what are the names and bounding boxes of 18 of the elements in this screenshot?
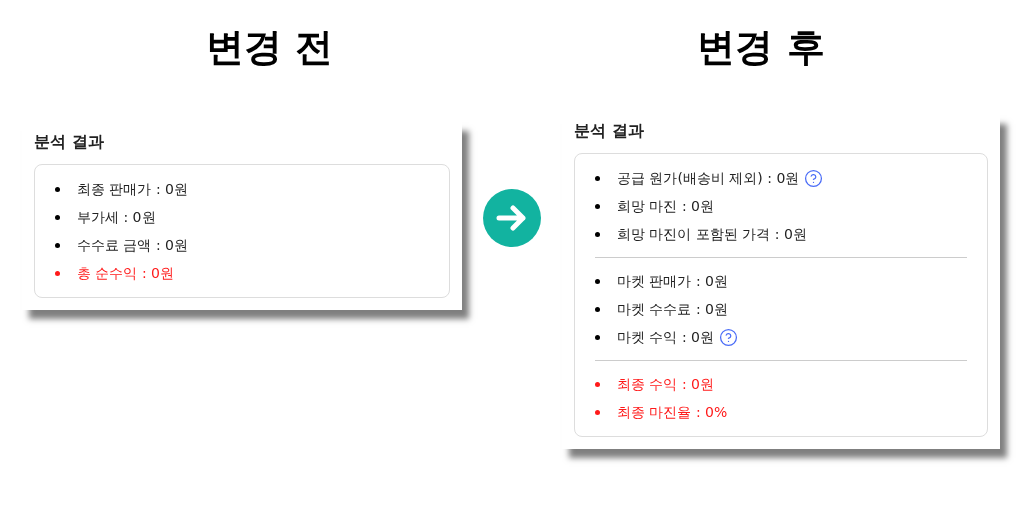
result-item: 공급 원가(배송비 제외) : 0원 bbox=[617, 168, 800, 188]
result-item: 최종 수익 : 0원 bbox=[617, 374, 714, 394]
result-item: 희망 마진 : 0원 bbox=[617, 196, 714, 216]
help-icon[interactable] bbox=[719, 327, 738, 347]
result-item: 마켓 수익 : 0원 bbox=[617, 327, 714, 347]
result-item: 마켓 수수료 : 0원 bbox=[617, 299, 728, 319]
result-item: 희망 마진이 포함된 가격 : 0원 bbox=[617, 224, 807, 244]
result-item: 최종 판매가 : 0원 bbox=[77, 179, 188, 199]
result-item: 마켓 판매가 : 0원 bbox=[617, 271, 728, 291]
help-icon[interactable] bbox=[804, 168, 824, 188]
card-title: 분석 결과 bbox=[574, 120, 645, 142]
card-title: 분석 결과 bbox=[34, 131, 105, 153]
heading: 변경 후 bbox=[697, 28, 825, 71]
result-item: 부가세 : 0원 bbox=[77, 207, 156, 227]
result-item: 총 순수익 : 0원 bbox=[77, 263, 174, 283]
result-item: 최종 마진율 : 0% bbox=[617, 402, 728, 422]
heading: 변경 전 bbox=[205, 28, 334, 71]
result-item: 수수료 금액 : 0원 bbox=[77, 235, 188, 255]
